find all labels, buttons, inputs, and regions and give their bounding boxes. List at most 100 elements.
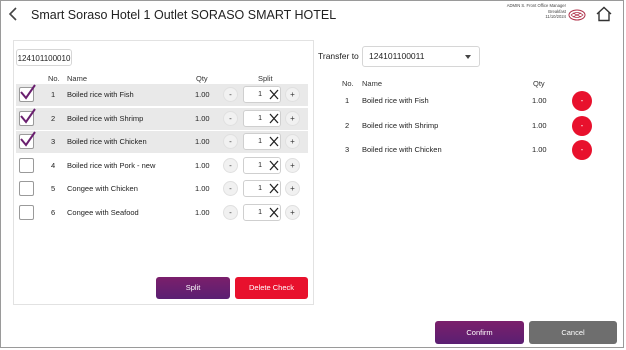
checkmark-icon	[20, 131, 36, 147]
transfer-to-label: Transfer to	[318, 51, 359, 61]
split-quantity-value: 1	[258, 185, 262, 192]
transfer-col-name: Name	[362, 79, 383, 88]
split-increment-button[interactable]: +	[285, 157, 300, 173]
user-info: ADMIN S. Front Office Manager Breakfast …	[507, 3, 566, 20]
transfer-to-value: 124101100011	[369, 51, 425, 61]
chevron-left-icon[interactable]	[8, 7, 22, 23]
checkmark-icon	[20, 84, 36, 100]
clear-icon[interactable]	[268, 182, 280, 195]
table-row: 2 Boiled rice with Shrimp 1.00 - 1 +	[16, 107, 308, 130]
row-item-name: Congee with Chicken	[67, 184, 138, 193]
table-row: 6 Congee with Seafood 1.00 - 1 +	[16, 202, 308, 224]
clear-icon[interactable]	[268, 206, 280, 219]
row-checkbox[interactable]	[19, 157, 34, 173]
row-checkbox-checked[interactable]	[19, 131, 36, 149]
split-quantity-value: 1	[258, 114, 262, 122]
transfer-row-qty: 1.00	[532, 120, 547, 130]
split-quantity-value: 1	[258, 91, 262, 98]
transfer-col-no: No.	[342, 79, 354, 88]
row-number: 6	[51, 207, 56, 217]
row-qty: 1.00	[195, 160, 210, 170]
clear-icon[interactable]	[268, 88, 280, 101]
split-quantity-input[interactable]: 1	[243, 133, 281, 150]
soraso-logo-icon	[568, 8, 586, 22]
split-quantity-value: 1	[258, 208, 262, 216]
remove-item-button[interactable]: -	[572, 115, 592, 136]
split-decrement-button[interactable]: -	[223, 181, 238, 196]
transfer-row-qty: 1.00	[532, 145, 547, 154]
confirm-button[interactable]: Confirm	[435, 321, 524, 344]
row-item-name: Boiled rice with Fish	[67, 90, 134, 99]
transfer-row-qty: 1.00	[532, 96, 547, 105]
split-decrement-button[interactable]: -	[223, 204, 238, 220]
checkmark-icon	[20, 107, 36, 124]
row-number: 5	[51, 184, 56, 193]
transfer-row-number: 2	[345, 120, 350, 130]
row-number: 1	[51, 90, 56, 99]
cancel-button[interactable]: Cancel	[529, 321, 617, 344]
split-quantity-input[interactable]: 1	[243, 109, 281, 127]
split-decrement-button[interactable]: -	[223, 134, 238, 149]
split-quantity-value: 1	[258, 161, 262, 169]
transfer-row: 3 Boiled rice with Chicken 1.00 -	[330, 139, 600, 161]
split-quantity-value: 1	[258, 138, 262, 145]
row-number: 4	[51, 160, 56, 170]
col-name: Name	[67, 74, 88, 83]
clear-icon[interactable]	[268, 112, 280, 125]
home-icon[interactable]	[596, 6, 612, 22]
row-checkbox[interactable]	[19, 181, 34, 196]
clear-icon[interactable]	[268, 159, 280, 172]
row-checkbox-checked[interactable]	[19, 84, 36, 102]
row-number: 3	[51, 137, 56, 146]
split-decrement-button[interactable]: -	[223, 157, 238, 173]
table-row: 1 Boiled rice with Fish 1.00 - 1 +	[16, 84, 308, 106]
col-no: No.	[48, 74, 60, 83]
row-item-name: Boiled rice with Chicken	[67, 137, 147, 146]
row-checkbox[interactable]	[19, 204, 34, 220]
business-date: 11/10/2024	[545, 14, 566, 20]
split-increment-button[interactable]: +	[285, 110, 300, 126]
row-qty: 1.00	[195, 207, 210, 217]
split-button[interactable]: Split	[156, 277, 230, 299]
row-item-name: Congee with Seafood	[67, 207, 139, 217]
page-title: Smart Soraso Hotel 1 Outlet SORASO SMART…	[31, 8, 337, 22]
header: Smart Soraso Hotel 1 Outlet SORASO SMART…	[0, 0, 626, 34]
split-increment-button[interactable]: +	[285, 204, 300, 220]
row-qty: 1.00	[195, 113, 210, 123]
row-number: 2	[51, 113, 56, 123]
transfer-row-item-name: Boiled rice with Fish	[362, 96, 429, 105]
split-increment-button[interactable]: +	[285, 181, 300, 196]
split-decrement-button[interactable]: -	[223, 110, 238, 126]
row-item-name: Boiled rice with Pork - new	[67, 160, 156, 170]
transfer-row-item-name: Boiled rice with Shrimp	[362, 120, 439, 130]
split-quantity-input[interactable]: 1	[243, 156, 281, 174]
chevron-down-icon	[465, 55, 471, 59]
table-row: 3 Boiled rice with Chicken 1.00 - 1 +	[16, 131, 308, 153]
table-row: 5 Congee with Chicken 1.00 - 1 +	[16, 178, 308, 200]
transfer-col-qty: Qty	[533, 79, 545, 88]
transfer-row-number: 3	[345, 145, 350, 154]
transfer-row: 2 Boiled rice with Shrimp 1.00 -	[330, 115, 600, 137]
row-qty: 1.00	[195, 184, 210, 193]
transfer-row-number: 1	[345, 96, 350, 105]
split-quantity-input[interactable]: 1	[243, 203, 281, 221]
row-qty: 1.00	[195, 90, 210, 99]
transfer-row: 1 Boiled rice with Fish 1.00 -	[330, 90, 600, 112]
split-increment-button[interactable]: +	[285, 134, 300, 149]
row-qty: 1.00	[195, 137, 210, 146]
transfer-row-item-name: Boiled rice with Chicken	[362, 145, 442, 154]
delete-check-button[interactable]: Delete Check	[235, 277, 308, 299]
split-quantity-input[interactable]: 1	[243, 86, 281, 103]
split-increment-button[interactable]: +	[285, 87, 300, 102]
clear-icon[interactable]	[268, 135, 280, 148]
user-line: ADMIN S. Front Office Manager	[506, 3, 566, 8]
split-decrement-button[interactable]: -	[223, 87, 238, 102]
remove-item-button[interactable]: -	[572, 140, 592, 160]
row-checkbox-checked[interactable]	[19, 107, 36, 126]
table-row: 4 Boiled rice with Pork - new 1.00 - 1 +	[16, 155, 308, 177]
transfer-to-select[interactable]: 124101100011	[362, 46, 480, 67]
remove-item-button[interactable]: -	[572, 91, 592, 111]
col-qty: Qty	[196, 74, 208, 83]
col-split: Split	[258, 74, 273, 83]
split-quantity-input[interactable]: 1	[243, 180, 281, 197]
